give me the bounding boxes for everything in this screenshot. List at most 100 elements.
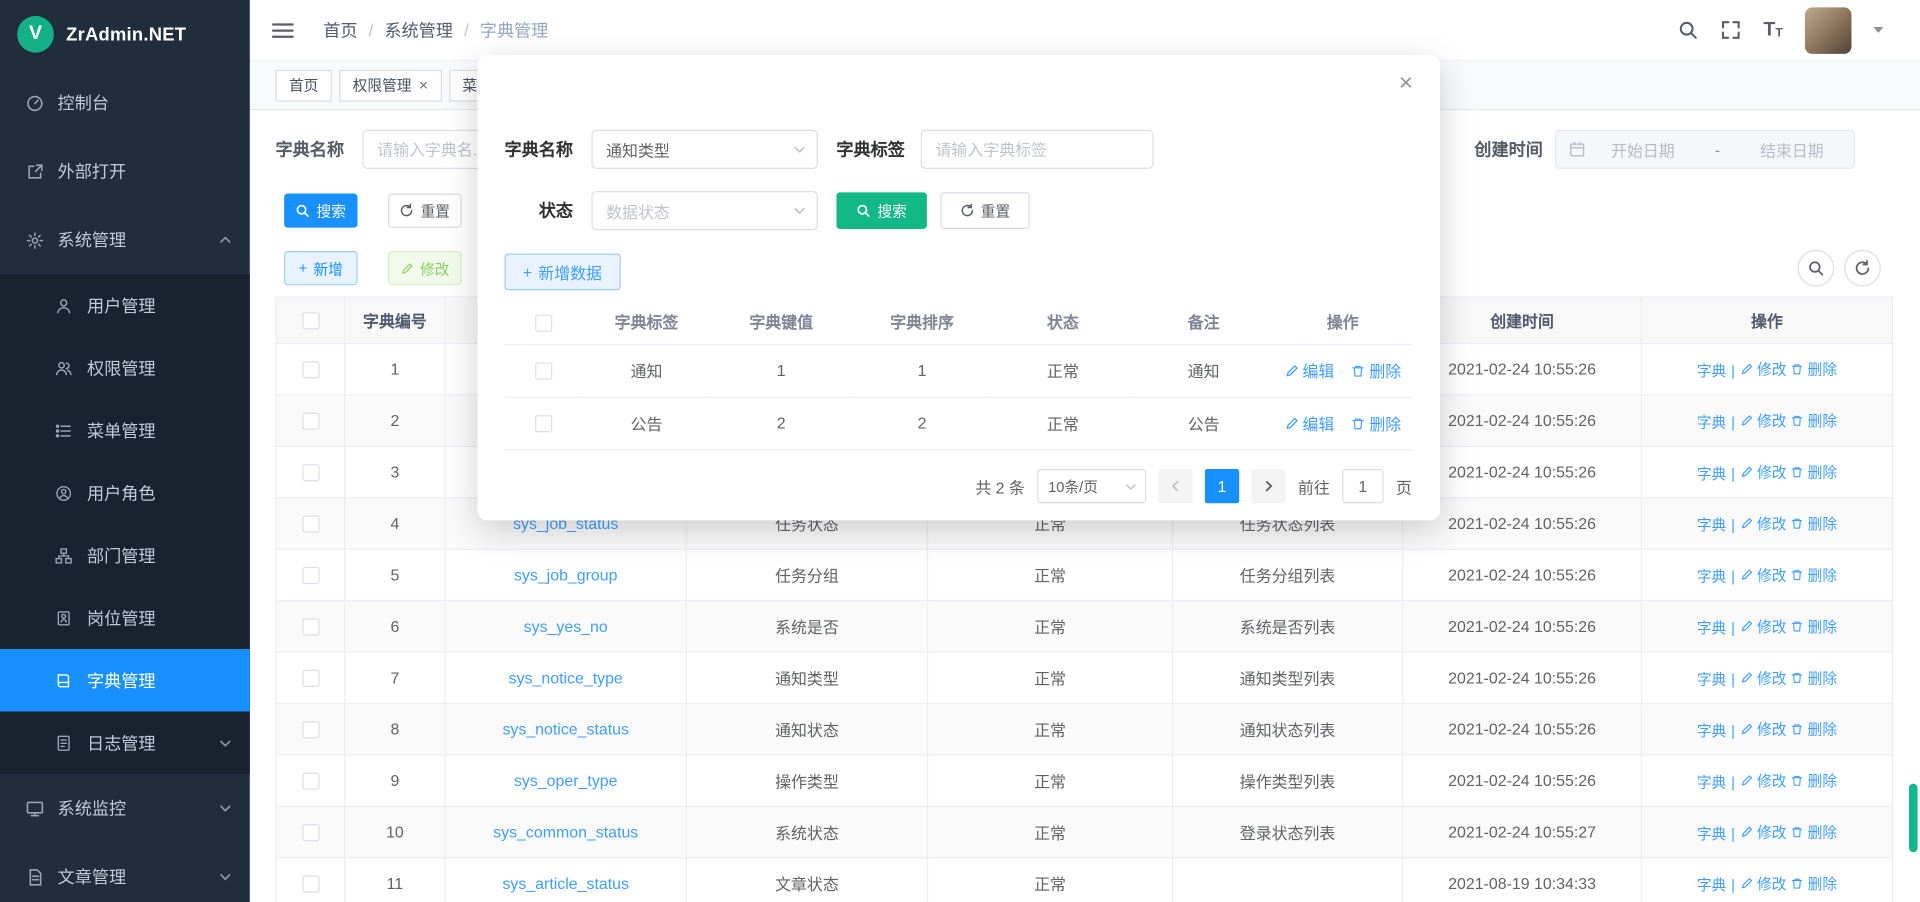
op-dict-link[interactable]: 字典 <box>1697 462 1726 483</box>
op-delete-link[interactable]: 删除 <box>1791 770 1838 791</box>
sidebar-item-permission-mgmt[interactable]: 权限管理 <box>0 337 250 399</box>
tab-permission[interactable]: 权限管理 × <box>339 69 441 101</box>
row-checkbox[interactable] <box>302 413 319 430</box>
op-delete-link[interactable]: 删除 <box>1351 411 1401 434</box>
goto-page-input[interactable] <box>1342 469 1384 503</box>
op-edit-link[interactable]: 修改 <box>1740 718 1787 739</box>
op-edit-link[interactable]: 修改 <box>1740 358 1787 379</box>
op-dict-link[interactable]: 字典 <box>1697 565 1726 586</box>
dialog-status-select[interactable]: 数据状态 <box>591 191 818 230</box>
edit-button[interactable]: 修改 <box>388 251 461 285</box>
op-edit-link[interactable]: 修改 <box>1740 410 1787 431</box>
op-delete-link[interactable]: 删除 <box>1791 410 1838 431</box>
row-checkbox[interactable] <box>302 773 319 790</box>
dialog-reset-button[interactable]: 重置 <box>940 192 1029 229</box>
op-delete-link[interactable]: 删除 <box>1791 615 1838 636</box>
op-dict-link[interactable]: 字典 <box>1697 771 1726 792</box>
search-icon[interactable] <box>1678 20 1699 41</box>
dict-type-link[interactable]: sys_oper_type <box>514 771 618 789</box>
tab-home[interactable]: 首页 <box>276 69 332 101</box>
sidebar-item-user-role[interactable]: 用户角色 <box>0 462 250 524</box>
op-edit-link[interactable]: 修改 <box>1740 821 1787 842</box>
op-edit-link[interactable]: 修改 <box>1740 512 1787 533</box>
app-logo[interactable]: V ZrAdmin.NET <box>0 0 250 69</box>
op-edit-link[interactable]: 编辑 <box>1284 411 1334 434</box>
op-edit-link[interactable]: 修改 <box>1740 770 1787 791</box>
sidebar-item-user-mgmt[interactable]: 用户管理 <box>0 274 250 336</box>
op-delete-link[interactable]: 删除 <box>1791 358 1838 379</box>
select-all-checkbox[interactable] <box>302 313 319 330</box>
op-dict-link[interactable]: 字典 <box>1697 822 1726 843</box>
op-dict-link[interactable]: 字典 <box>1697 411 1726 432</box>
op-delete-link[interactable]: 删除 <box>1791 512 1838 533</box>
row-checkbox[interactable] <box>302 670 319 687</box>
sidebar-item-menu-mgmt[interactable]: 菜单管理 <box>0 399 250 461</box>
user-avatar[interactable] <box>1805 7 1852 54</box>
row-checkbox[interactable] <box>302 722 319 739</box>
sidebar-item-monitor[interactable]: 系统监控 <box>0 774 250 843</box>
dict-type-link[interactable]: sys_article_status <box>502 874 629 892</box>
row-checkbox[interactable] <box>302 362 319 379</box>
page-number-button[interactable]: 1 <box>1205 469 1239 503</box>
hamburger-icon[interactable] <box>272 20 294 40</box>
breadcrumb-system[interactable]: 系统管理 <box>384 18 453 42</box>
op-edit-link[interactable]: 修改 <box>1740 872 1787 893</box>
dict-type-link[interactable]: sys_job_group <box>514 566 618 584</box>
breadcrumb-home[interactable]: 首页 <box>323 18 357 42</box>
refresh-button[interactable] <box>1844 250 1881 287</box>
op-delete-link[interactable]: 删除 <box>1791 461 1838 482</box>
row-checkbox[interactable] <box>302 516 319 533</box>
op-edit-link[interactable]: 修改 <box>1740 615 1787 636</box>
prev-page-button[interactable] <box>1158 469 1192 503</box>
dialog-dict-name-select[interactable]: 通知类型 <box>591 130 818 169</box>
op-edit-link[interactable]: 修改 <box>1740 564 1787 585</box>
scrollbar-thumb[interactable] <box>1909 784 1918 853</box>
dialog-dict-label-input[interactable] <box>921 130 1154 169</box>
row-checkbox[interactable] <box>302 876 319 893</box>
select-all-checkbox[interactable] <box>535 314 552 331</box>
op-dict-link[interactable]: 字典 <box>1697 514 1726 535</box>
row-checkbox[interactable] <box>302 824 319 841</box>
op-dict-link[interactable]: 字典 <box>1697 617 1726 638</box>
fullscreen-icon[interactable] <box>1721 20 1742 41</box>
close-icon[interactable]: × <box>1399 70 1413 98</box>
op-edit-link[interactable]: 编辑 <box>1284 359 1334 382</box>
dict-type-link[interactable]: sys_common_status <box>493 823 638 841</box>
search-button[interactable]: 搜索 <box>284 193 357 227</box>
row-checkbox[interactable] <box>302 567 319 584</box>
sidebar-item-system[interactable]: 系统管理 <box>0 206 250 275</box>
next-page-button[interactable] <box>1251 469 1285 503</box>
sidebar-item-console[interactable]: 控制台 <box>0 69 250 138</box>
row-checkbox[interactable] <box>302 619 319 636</box>
op-edit-link[interactable]: 修改 <box>1740 667 1787 688</box>
reset-button[interactable]: 重置 <box>388 193 461 227</box>
sidebar-item-article[interactable]: 文章管理 <box>0 842 250 902</box>
toggle-search-button[interactable] <box>1798 250 1835 287</box>
op-dict-link[interactable]: 字典 <box>1697 719 1726 740</box>
op-delete-link[interactable]: 删除 <box>1791 667 1838 688</box>
dict-type-link[interactable]: sys_yes_no <box>524 617 608 635</box>
row-checkbox[interactable] <box>302 464 319 481</box>
op-delete-link[interactable]: 删除 <box>1791 564 1838 585</box>
op-edit-link[interactable]: 修改 <box>1740 461 1787 482</box>
caret-down-icon[interactable] <box>1873 27 1883 33</box>
op-dict-link[interactable]: 字典 <box>1697 874 1726 895</box>
op-delete-link[interactable]: 删除 <box>1351 359 1401 382</box>
font-size-icon[interactable]: TT <box>1763 20 1782 40</box>
op-delete-link[interactable]: 删除 <box>1791 872 1838 893</box>
op-dict-link[interactable]: 字典 <box>1697 359 1726 380</box>
sidebar-item-post-mgmt[interactable]: 岗位管理 <box>0 587 250 649</box>
page-size-select[interactable]: 10条/页 <box>1037 469 1146 503</box>
dict-type-link[interactable]: sys_notice_type <box>509 669 623 687</box>
add-data-button[interactable]: + 新增数据 <box>504 253 620 290</box>
add-button[interactable]: + 新增 <box>284 251 357 285</box>
sidebar-item-dept-mgmt[interactable]: 部门管理 <box>0 524 250 586</box>
create-time-range-picker[interactable]: 开始日期 - 结束日期 <box>1555 130 1855 169</box>
row-checkbox[interactable] <box>535 415 552 432</box>
dict-type-link[interactable]: sys_notice_status <box>502 720 629 738</box>
op-delete-link[interactable]: 删除 <box>1791 718 1838 739</box>
op-delete-link[interactable]: 删除 <box>1791 821 1838 842</box>
sidebar-item-external[interactable]: 外部打开 <box>0 137 250 206</box>
close-icon[interactable]: × <box>419 77 428 93</box>
dialog-search-button[interactable]: 搜索 <box>836 192 927 229</box>
